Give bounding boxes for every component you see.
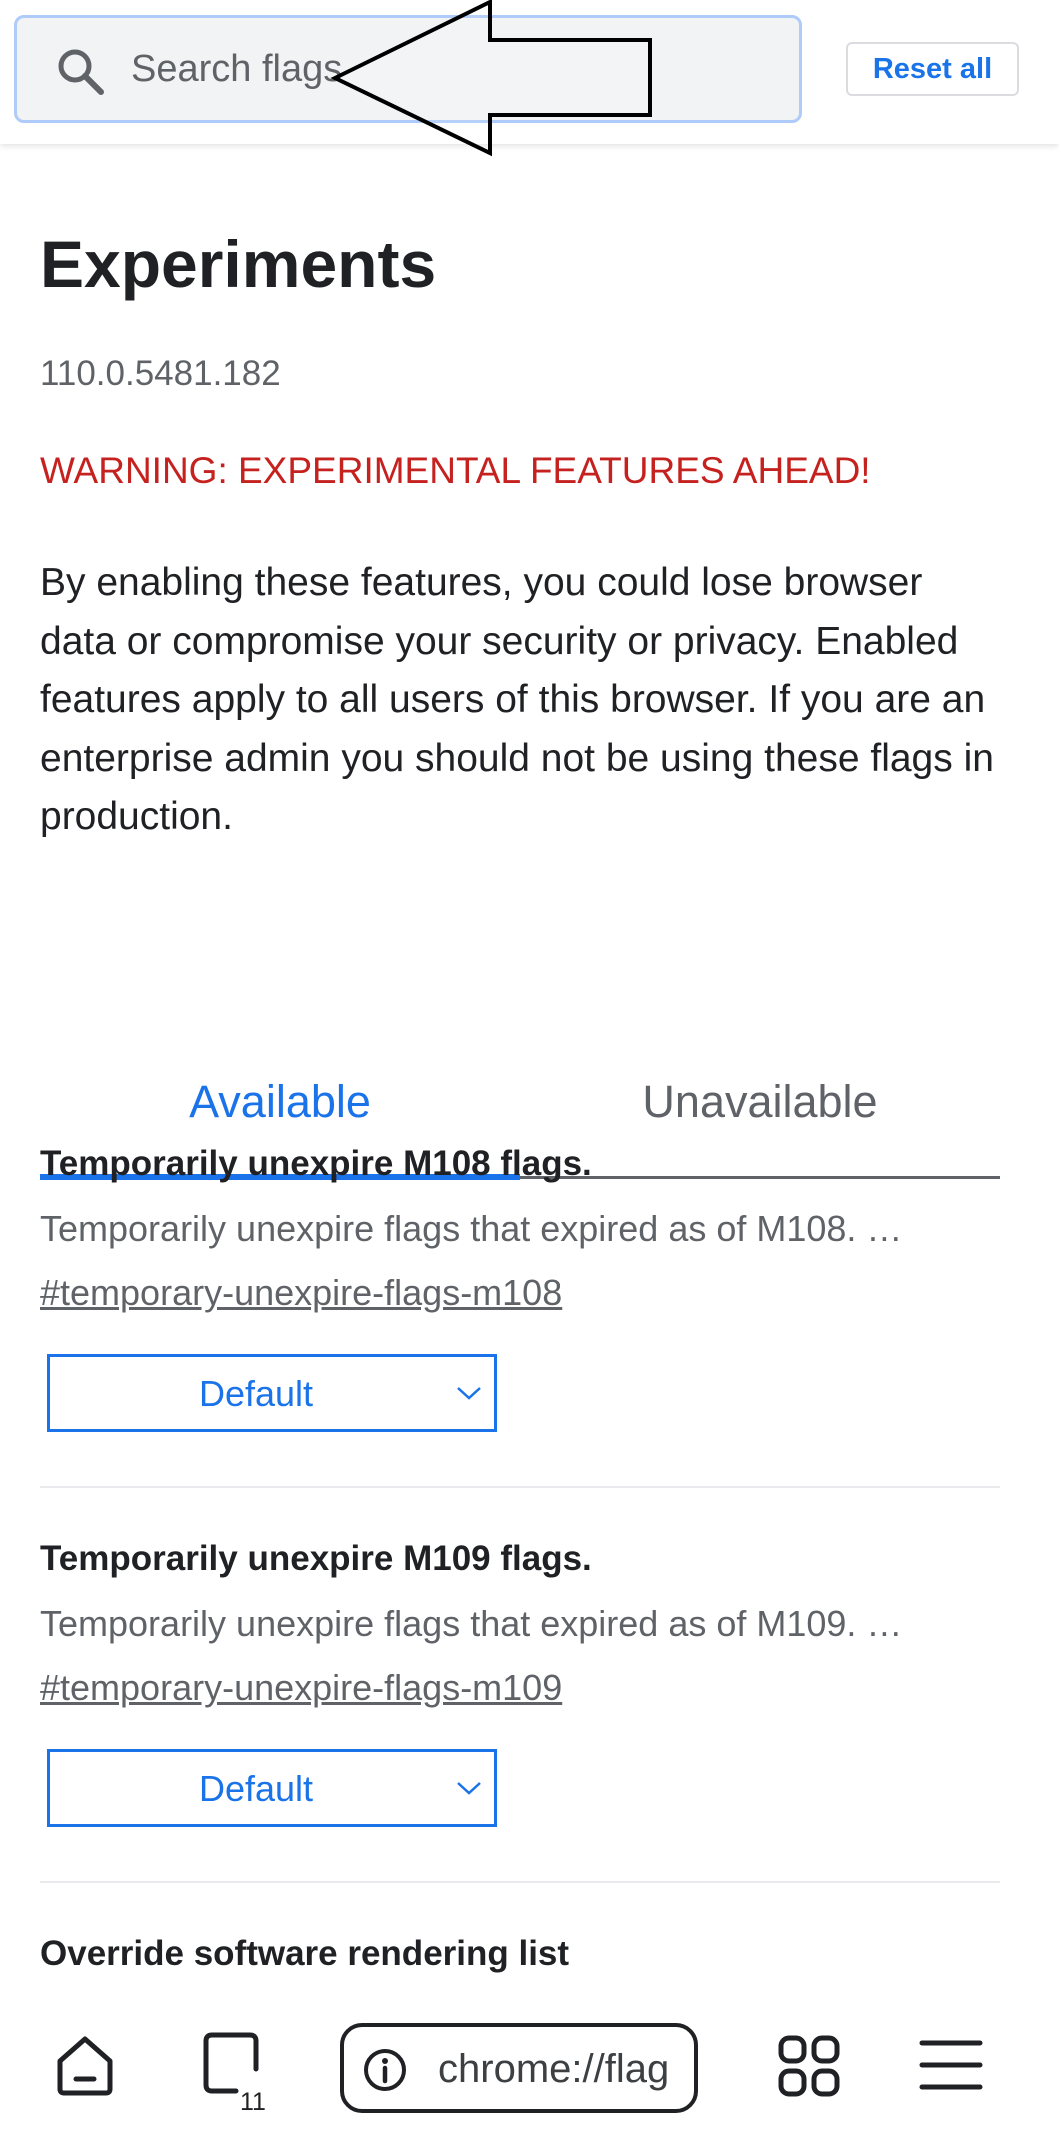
search-placeholder: Search flags xyxy=(131,48,343,90)
reset-all-button[interactable]: Reset all xyxy=(846,42,1019,96)
info-icon[interactable] xyxy=(362,2047,408,2093)
address-bar[interactable]: chrome://flag xyxy=(340,2023,698,2113)
tab-unavailable[interactable]: Unavailable xyxy=(520,1076,1000,1128)
url-text: chrome://flag xyxy=(438,2047,670,2091)
bottom-toolbar: 11 chrome://flag xyxy=(0,1993,1059,2135)
experiment-divider xyxy=(40,1486,1000,1488)
experiment-select[interactable]: Default xyxy=(47,1749,497,1827)
experiment-divider xyxy=(40,1881,1000,1883)
experiment-select[interactable]: Default xyxy=(47,1354,497,1432)
experiment-link[interactable]: #temporary-unexpire-flags-m109 xyxy=(40,1667,562,1709)
warning-text: WARNING: EXPERIMENTAL FEATURES AHEAD! xyxy=(40,450,871,491)
experiment-item: Override software rendering list xyxy=(40,1934,1000,1994)
apps-icon[interactable] xyxy=(776,2033,842,2099)
experiment-item: Temporarily unexpire M108 flags. Tempora… xyxy=(40,1144,1000,1484)
experiment-title: Temporarily unexpire M109 flags. xyxy=(40,1539,592,1578)
tab-count-badge: 11 xyxy=(240,2088,266,2116)
experiment-link[interactable]: #temporary-unexpire-flags-m108 xyxy=(40,1272,562,1314)
tab-available[interactable]: Available xyxy=(40,1076,520,1128)
experiment-select-value: Default xyxy=(198,1768,314,1809)
experiment-item: Temporarily unexpire M109 flags. Tempora… xyxy=(40,1539,1000,1879)
intro-text: By enabling these features, you could lo… xyxy=(40,561,994,838)
experiment-description: Temporarily unexpire flags that expired … xyxy=(40,1603,903,1644)
tab-bar: Available Unavailable xyxy=(40,924,1000,1180)
tabs-icon[interactable] xyxy=(198,2029,278,2109)
menu-icon[interactable] xyxy=(918,2037,984,2093)
experiment-select-value: Default xyxy=(198,1373,314,1414)
experiment-title: Temporarily unexpire M108 flags. xyxy=(40,1144,592,1183)
arrow-annotation-icon xyxy=(330,0,652,157)
version-label: 110.0.5481.182 xyxy=(40,354,281,393)
chevron-down-icon xyxy=(457,1782,481,1795)
page-title: Experiments xyxy=(40,227,437,301)
search-icon xyxy=(58,49,104,95)
chevron-down-icon xyxy=(457,1387,481,1400)
experiment-description: Temporarily unexpire flags that expired … xyxy=(40,1208,903,1249)
home-icon[interactable] xyxy=(52,2033,118,2099)
experiment-title: Override software rendering list xyxy=(40,1934,570,1973)
